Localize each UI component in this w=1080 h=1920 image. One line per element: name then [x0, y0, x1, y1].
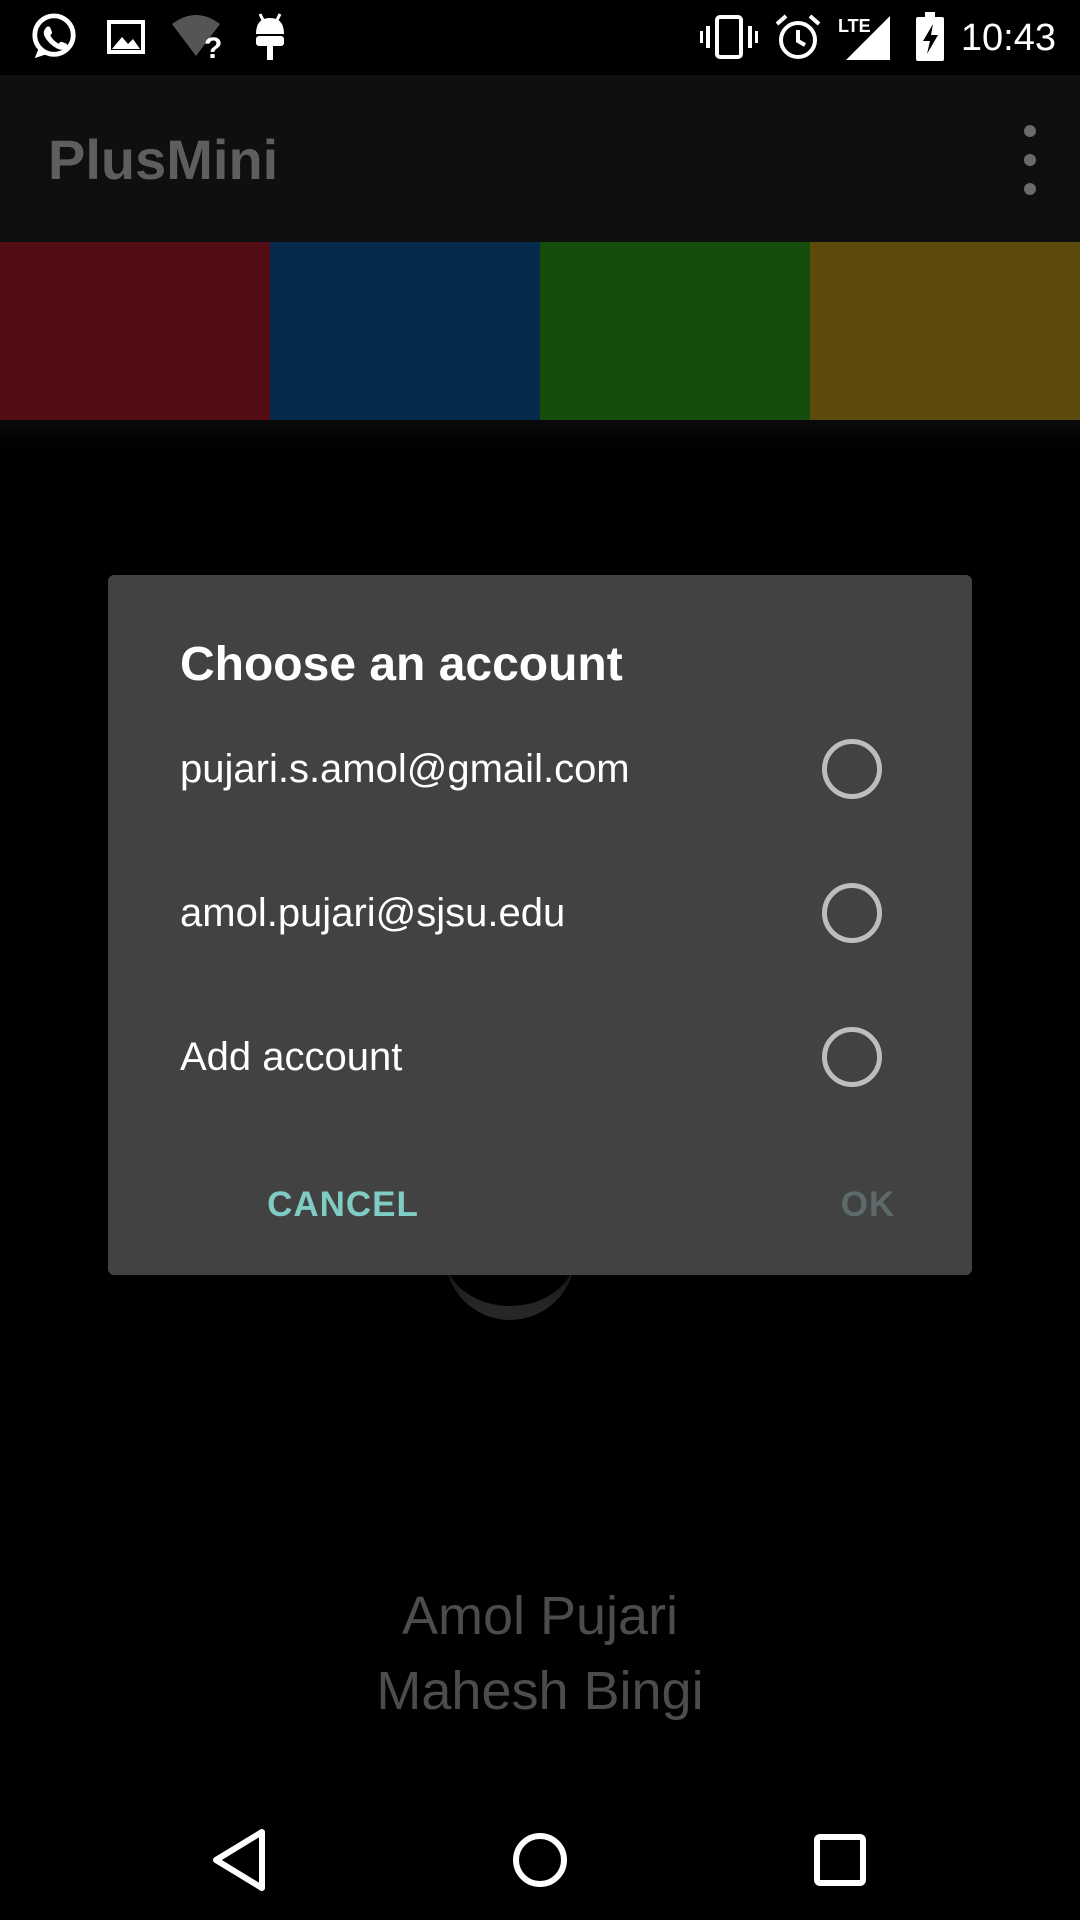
battery-charging-icon — [916, 12, 944, 61]
app-bar: PlusMini — [0, 75, 1080, 242]
navigation-bar — [0, 1800, 1080, 1920]
wifi-unknown-icon: ? — [172, 15, 222, 62]
option-label: pujari.s.amol@gmail.com — [180, 746, 630, 791]
author-name: Amol Pujari — [401, 1586, 679, 1646]
option-label: Add account — [180, 1034, 403, 1079]
color-tabs — [0, 242, 1080, 432]
svg-text:?: ? — [204, 32, 222, 62]
account-option[interactable]: amol.pujari@sjsu.edu — [108, 853, 972, 973]
menu-dot — [1024, 125, 1036, 137]
vibrate-icon — [700, 15, 758, 59]
menu-dot — [1024, 154, 1036, 166]
choose-account-dialog: Choose an account pujari.s.amol@gmail.co… — [108, 575, 972, 1275]
cancel-button[interactable]: CANCEL — [248, 1165, 438, 1245]
radio-button[interactable] — [822, 1027, 882, 1087]
tabs-shadow — [0, 420, 1080, 450]
overflow-menu-icon[interactable] — [1010, 125, 1050, 195]
option-label: amol.pujari@sjsu.edu — [180, 890, 566, 935]
color-tab-red[interactable] — [0, 242, 270, 432]
dialog-title: Choose an account — [180, 638, 623, 691]
lte-label: LTE — [838, 16, 871, 36]
ok-button[interactable]: OK — [808, 1165, 928, 1245]
recents-icon[interactable] — [800, 1820, 880, 1900]
home-icon[interactable] — [500, 1820, 580, 1900]
color-tab-yellow[interactable] — [810, 242, 1080, 432]
author-name: Mahesh Bingi — [376, 1661, 704, 1721]
color-tab-green[interactable] — [540, 242, 810, 432]
screen: ? LTE 10:43 PlusMini Amol Pujari Mahesh … — [0, 0, 1080, 1920]
alarm-icon — [775, 14, 821, 59]
lte-signal-icon: LTE — [838, 16, 890, 60]
account-option[interactable]: pujari.s.amol@gmail.com — [108, 709, 972, 829]
app-title: PlusMini — [48, 128, 279, 191]
add-account-option[interactable]: Add account — [108, 997, 972, 1117]
color-tab-blue[interactable] — [270, 242, 540, 432]
menu-dot — [1024, 183, 1036, 195]
image-icon — [107, 20, 145, 54]
clock: 10:43 — [960, 17, 1056, 59]
radio-button[interactable] — [822, 883, 882, 943]
status-bar: ? LTE 10:43 — [0, 0, 1080, 75]
radio-button[interactable] — [822, 739, 882, 799]
back-icon[interactable] — [200, 1820, 280, 1900]
android-icon — [256, 13, 284, 60]
whatsapp-icon — [32, 13, 76, 59]
